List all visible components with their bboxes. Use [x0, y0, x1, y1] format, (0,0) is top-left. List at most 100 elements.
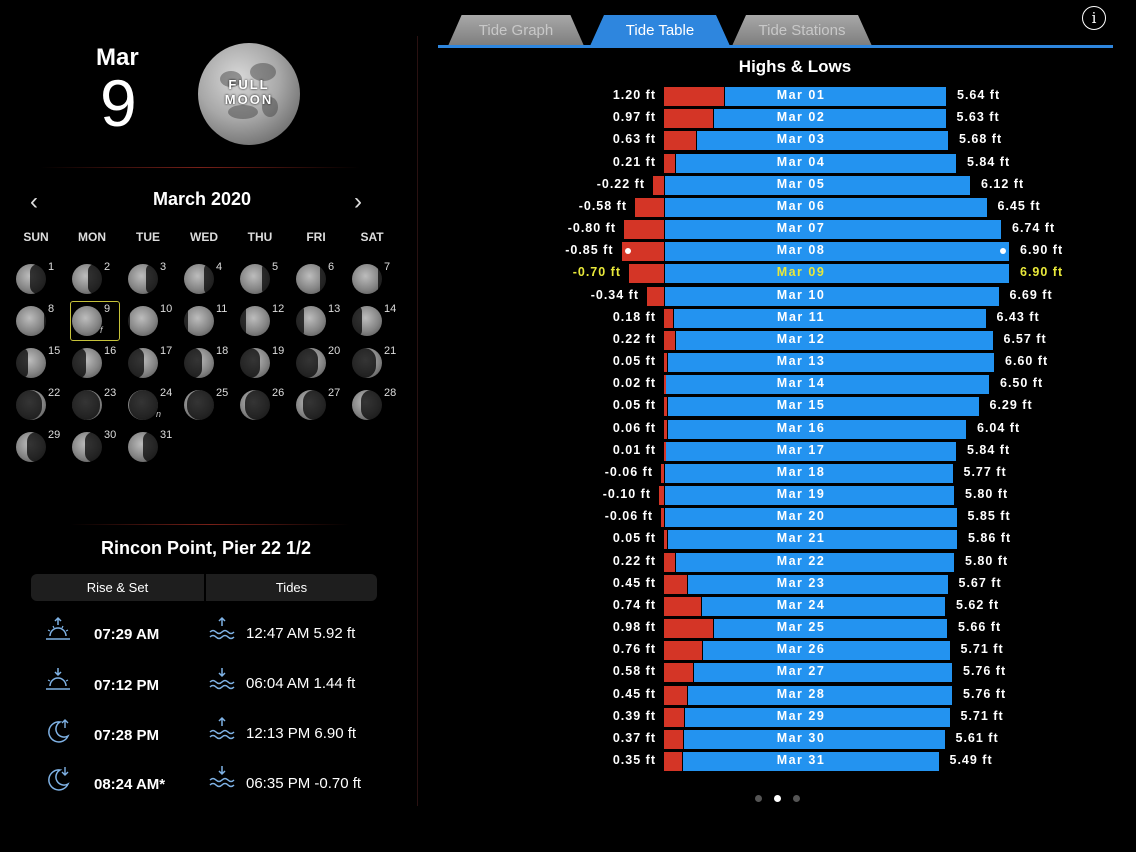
tide-row[interactable]: 1.20 ft Mar 01 5.64 ft [440, 87, 1120, 106]
tide-row[interactable]: 0.06 ft Mar 16 6.04 ft [440, 419, 1120, 439]
calendar-day[interactable]: 17 [126, 343, 176, 383]
tide-row[interactable]: 0.45 ft Mar 23 5.67 ft [440, 574, 1120, 594]
tide-row[interactable]: 0.01 ft Mar 17 5.84 ft [440, 441, 1120, 461]
calendar-day[interactable]: 1 [14, 259, 64, 299]
moon-phase-icon [128, 390, 158, 420]
calendar-day-number: 29 [48, 429, 61, 441]
tide-row[interactable]: 0.39 ft Mar 29 5.71 ft [440, 707, 1120, 727]
tab-tide-stations[interactable]: Tide Stations [732, 15, 872, 46]
tide-row[interactable]: 0.74 ft Mar 24 5.62 ft [440, 596, 1120, 616]
low-tide-bar [629, 264, 664, 284]
calendar-day-number: 4 [216, 261, 223, 273]
moon-phase-icon [16, 390, 46, 420]
calendar-day[interactable]: 31 [126, 427, 176, 467]
moon-phase-icon [128, 432, 158, 462]
tide-row[interactable]: -0.80 ft Mar 07 6.74 ft [440, 220, 1120, 240]
high-tide-value: 5.62 ft [956, 597, 1000, 612]
tide-row[interactable]: -0.34 ft Mar 10 6.69 ft [440, 286, 1120, 306]
tide-row[interactable]: 0.22 ft Mar 22 5.80 ft [440, 552, 1120, 572]
tide-row[interactable]: 0.35 ft Mar 31 5.49 ft [440, 752, 1120, 772]
tide-row[interactable]: -0.10 ft Mar 19 5.80 ft [440, 486, 1120, 506]
calendar-day[interactable]: 10 [126, 301, 176, 341]
calendar-day[interactable]: 8 [14, 301, 64, 341]
calendar-day[interactable]: 27 [294, 385, 344, 425]
calendar-day[interactable]: 15 [14, 343, 64, 383]
tide-row[interactable]: -0.06 ft Mar 18 5.77 ft [440, 463, 1120, 483]
calendar-day-number: 19 [272, 345, 285, 357]
calendar-day[interactable]: 5 [238, 259, 288, 299]
calendar-day[interactable]: 6 [294, 259, 344, 299]
weekday-sun: SUN [23, 230, 49, 244]
calendar-day[interactable]: 19 [238, 343, 288, 383]
tide-row[interactable]: -0.58 ft Mar 06 6.45 ft [440, 197, 1120, 217]
page-dot[interactable] [774, 795, 781, 802]
tide-row[interactable]: 0.63 ft Mar 03 5.68 ft [440, 131, 1120, 151]
calendar-day[interactable]: 11 [182, 301, 232, 341]
chevron-left-icon[interactable]: ‹ [30, 188, 38, 216]
calendar-day[interactable]: 26 [238, 385, 288, 425]
low-tide-bar [664, 153, 675, 173]
calendar-day[interactable]: 13 [294, 301, 344, 341]
calendar-day-number: 14 [384, 303, 397, 315]
tab-tides[interactable]: Tides [206, 574, 377, 601]
tide-row[interactable]: 0.21 ft Mar 04 5.84 ft [440, 153, 1120, 173]
calendar-day[interactable]: 28 [350, 385, 400, 425]
tide-row[interactable]: 0.05 ft Mar 21 5.86 ft [440, 530, 1120, 550]
low-tide-bar [664, 308, 673, 328]
calendar-day[interactable]: 2 [70, 259, 120, 299]
tide-row[interactable]: 0.45 ft Mar 28 5.76 ft [440, 685, 1120, 705]
chevron-right-icon[interactable]: › [354, 188, 362, 216]
calendar-day[interactable]: 25 [182, 385, 232, 425]
tide-row[interactable]: 0.76 ft Mar 26 5.71 ft [440, 641, 1120, 661]
tide-row[interactable]: 0.97 ft Mar 02 5.63 ft [440, 109, 1120, 129]
tide-row[interactable]: 0.58 ft Mar 27 5.76 ft [440, 663, 1120, 683]
tide-row[interactable]: 0.05 ft Mar 13 6.60 ft [440, 353, 1120, 373]
calendar-day[interactable]: 24 n [126, 385, 176, 425]
low-tide-value: -0.06 ft [604, 509, 653, 524]
calendar-day[interactable]: 20 [294, 343, 344, 383]
tide-row[interactable]: 0.98 ft Mar 25 5.66 ft [440, 619, 1120, 639]
tide-row[interactable]: -0.85 ft Mar 08 6.90 ft [440, 242, 1120, 262]
tide-date: Mar 21 [776, 531, 826, 546]
tide-entry-2: 06:04 AM 1.44 ft [246, 675, 356, 692]
calendar-day[interactable]: 7 [350, 259, 400, 299]
calendar-day[interactable]: 29 [14, 427, 64, 467]
calendar-day[interactable]: 16 [70, 343, 120, 383]
tide-row[interactable]: 0.05 ft Mar 15 6.29 ft [440, 397, 1120, 417]
tide-row[interactable]: 0.02 ft Mar 14 6.50 ft [440, 375, 1120, 395]
page-dot[interactable] [755, 795, 762, 802]
calendar-day[interactable]: 9f [70, 301, 120, 341]
weekday-mon: MON [78, 230, 106, 244]
tide-row[interactable]: -0.22 ft Mar 05 6.12 ft [440, 175, 1120, 195]
low-tide-value: 0.39 ft [612, 708, 656, 723]
tab-tide-table[interactable]: Tide Table [590, 15, 730, 46]
calendar-day-number: 30 [104, 429, 117, 441]
calendar-day[interactable]: 14 [350, 301, 400, 341]
calendar-day-number: 17 [160, 345, 173, 357]
page-dot[interactable] [793, 795, 800, 802]
tab-rise-set[interactable]: Rise & Set [31, 574, 204, 601]
low-tide-value: -0.10 ft [602, 487, 651, 502]
moonset-time: 08:24 AM* [94, 776, 166, 793]
calendar-day[interactable]: 23 [70, 385, 120, 425]
calendar-day[interactable]: 3 [126, 259, 176, 299]
tide-row[interactable]: 0.37 ft Mar 30 5.61 ft [440, 729, 1120, 749]
low-tide-icon [208, 764, 236, 792]
tide-row[interactable]: 0.18 ft Mar 11 6.43 ft [440, 308, 1120, 328]
info-icon[interactable]: i [1082, 6, 1106, 30]
calendar-day[interactable]: 22 [14, 385, 64, 425]
moon-phase-icon [72, 264, 102, 294]
calendar-day[interactable]: 30 [70, 427, 120, 467]
calendar-day-number: 31 [160, 429, 173, 441]
moon-phase-icon [128, 264, 158, 294]
calendar-day[interactable]: 12 [238, 301, 288, 341]
tab-tide-graph[interactable]: Tide Graph [448, 15, 584, 46]
tide-row[interactable]: -0.70 ft Mar 09 6.90 ft [440, 264, 1120, 284]
calendar-day[interactable]: 18 [182, 343, 232, 383]
calendar-day[interactable]: 4 [182, 259, 232, 299]
calendar-day-number: 16 [104, 345, 117, 357]
tide-row[interactable]: -0.06 ft Mar 20 5.85 ft [440, 508, 1120, 528]
low-tide-value: -0.34 ft [590, 287, 639, 302]
tide-row[interactable]: 0.22 ft Mar 12 6.57 ft [440, 330, 1120, 350]
calendar-day[interactable]: 21 [350, 343, 400, 383]
